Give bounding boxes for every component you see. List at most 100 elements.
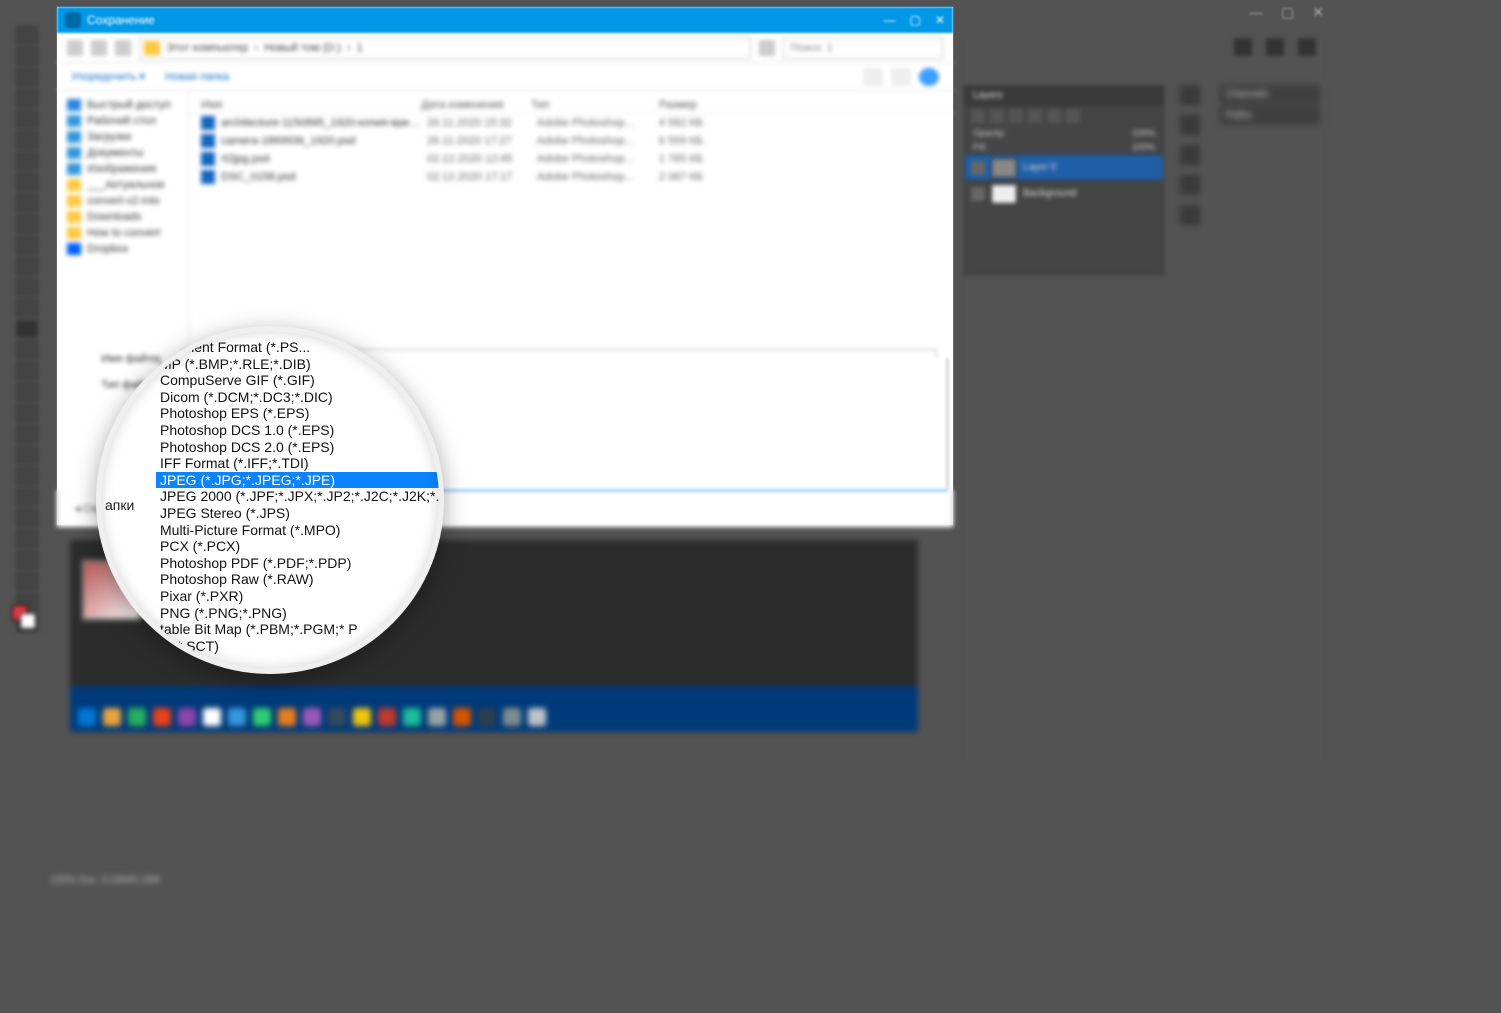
nav-up[interactable] (115, 40, 131, 56)
breadcrumb-item[interactable]: Новый том (D:) (264, 42, 341, 54)
filetype-option[interactable]: Photoshop EPS (*.EPS) (156, 405, 444, 422)
dialog-close[interactable]: ✕ (935, 13, 945, 27)
path-tool[interactable] (16, 383, 38, 401)
filetype-option[interactable]: Photoshop Raw (*.RAW) (156, 571, 444, 588)
dodge-tool[interactable] (16, 320, 38, 338)
more-tool-4[interactable] (16, 551, 38, 569)
move-tool[interactable] (16, 26, 38, 44)
help-icon[interactable] (919, 68, 939, 86)
taskbar-app-icon[interactable] (228, 708, 246, 726)
zoom-tool[interactable] (16, 446, 38, 464)
filetype-option[interactable]: table Bit Map (*.PBM;*.PGM;* P (156, 621, 444, 638)
history-brush-tool[interactable] (16, 236, 38, 254)
panel-icon[interactable] (1180, 175, 1200, 195)
filetype-option[interactable]: Multi-Picture Format (*.MPO) (156, 522, 444, 539)
search-icon[interactable] (1234, 38, 1252, 56)
sidebar-item[interactable]: Dropbox (57, 241, 188, 257)
col-date[interactable]: Дата изменения (421, 99, 531, 111)
taskbar-app-icon[interactable] (528, 708, 546, 726)
frame-tool[interactable] (16, 131, 38, 149)
panel-icon[interactable] (1180, 85, 1200, 105)
dialog-minimize[interactable]: — (884, 13, 896, 27)
eyedropper-tool[interactable] (16, 152, 38, 170)
sidebar-item[interactable]: Изображения (57, 161, 188, 177)
sidebar-item[interactable]: Быстрый доступ (57, 97, 188, 113)
filetype-option[interactable]: Pixar (*.PXR) (156, 588, 444, 605)
taskbar-app-icon[interactable] (353, 708, 371, 726)
sidebar-item[interactable]: convert-v2-into (57, 193, 188, 209)
type-tool[interactable] (16, 362, 38, 380)
stamp-tool[interactable] (16, 215, 38, 233)
file-row[interactable]: rt2jpg.psd 02.12.2020 12:45 Adobe Photos… (189, 150, 953, 168)
new-folder-button[interactable]: Новая папка (165, 71, 229, 83)
search-input[interactable]: Поиск: 1 (783, 37, 943, 59)
fill-value[interactable]: 100% (1132, 142, 1155, 152)
background-color[interactable] (20, 613, 36, 629)
file-row[interactable]: camera-1869936_1920.psd 26.11.2020 17:27… (189, 132, 953, 150)
wand-tool[interactable] (16, 89, 38, 107)
window-minimize[interactable]: — (1249, 4, 1263, 21)
more-tool-3[interactable] (16, 530, 38, 548)
filetype-option[interactable]: Photoshop PDF (*.PDF;*.PDP) (156, 555, 444, 572)
filetype-option[interactable]: JPEG (*.JPG;*.JPEG;*.JPE) (156, 472, 444, 489)
panel-icon[interactable] (1180, 145, 1200, 165)
col-size[interactable]: Размер (637, 99, 697, 111)
taskbar-app-icon[interactable] (178, 708, 196, 726)
sidebar-item[interactable]: Рабочий стол (57, 113, 188, 129)
filetype-option[interactable]: ocument Format (*.PS... (156, 339, 444, 356)
layers-tab[interactable]: Layers (965, 86, 1163, 105)
visibility-icon[interactable] (971, 161, 985, 175)
channels-panel-tab[interactable]: Channels (1220, 85, 1320, 104)
taskbar-app-icon[interactable] (253, 708, 271, 726)
visibility-icon[interactable] (971, 187, 985, 201)
taskbar-app-icon[interactable] (478, 708, 496, 726)
opacity-value[interactable]: 100% (1132, 128, 1155, 138)
more-tool-1[interactable] (16, 488, 38, 506)
sidebar-item[interactable]: How to convert (57, 225, 188, 241)
breadcrumb-item[interactable]: Этот компьютер (166, 42, 248, 54)
edit-toolbar[interactable] (16, 467, 38, 485)
eraser-tool[interactable] (16, 257, 38, 275)
window-close[interactable]: ✕ (1312, 4, 1324, 21)
col-name[interactable]: Имя (201, 99, 421, 111)
sidebar-item[interactable]: Загрузки (57, 129, 188, 145)
col-type[interactable]: Тип (531, 99, 637, 111)
layer-row[interactable]: Layer 0 (965, 154, 1163, 180)
window-maximize[interactable]: ▢ (1281, 4, 1294, 21)
taskbar-app-icon[interactable] (453, 708, 471, 726)
arrange-icon[interactable] (1266, 38, 1284, 56)
panel-icon[interactable] (1180, 205, 1200, 225)
organize-menu[interactable]: Упорядочить ▾ (71, 70, 145, 83)
filetype-option[interactable]: JPEG Stereo (*.JPS) (156, 505, 444, 522)
view-options-chevron[interactable] (891, 68, 911, 86)
hand-tool[interactable] (16, 425, 38, 443)
nav-forward[interactable] (91, 40, 107, 56)
taskbar-app-icon[interactable] (78, 708, 96, 726)
taskbar-app-icon[interactable] (303, 708, 321, 726)
filetype-option[interactable]: Photoshop DCS 2.0 (*.EPS) (156, 439, 444, 456)
panel-icon[interactable] (1180, 115, 1200, 135)
sidebar-item[interactable]: Downloads (57, 209, 188, 225)
taskbar-app-icon[interactable] (203, 708, 221, 726)
filetype-option[interactable]: Dicom (*.DCM;*.DC3;*.DIC) (156, 389, 444, 406)
workspace-icon[interactable] (1298, 38, 1316, 56)
view-options[interactable] (863, 68, 883, 86)
paths-panel-tab[interactable]: Paths (1220, 106, 1320, 125)
filetype-option[interactable]: MP (*.BMP;*.RLE;*.DIB) (156, 356, 444, 373)
filetype-option[interactable]: IFF Format (*.IFF;*.TDI) (156, 455, 444, 472)
taskbar-app-icon[interactable] (103, 708, 121, 726)
breadcrumb[interactable]: Этот компьютер› Новый том (D:)› 1 (139, 37, 751, 59)
taskbar-app-icon[interactable] (328, 708, 346, 726)
taskbar-app-icon[interactable] (378, 708, 396, 726)
taskbar-app-icon[interactable] (428, 708, 446, 726)
filetype-option[interactable]: PCX (*.PCX) (156, 538, 444, 555)
color-swatches[interactable] (12, 605, 28, 637)
sidebar-item[interactable]: Документы (57, 145, 188, 161)
nav-back[interactable] (67, 40, 83, 56)
gradient-tool[interactable] (16, 278, 38, 296)
more-tool-5[interactable] (16, 572, 38, 590)
more-tool-2[interactable] (16, 509, 38, 527)
blur-tool[interactable] (16, 299, 38, 317)
dialog-maximize[interactable]: ▢ (910, 13, 921, 27)
file-row[interactable]: architecture-1150895_1920-копия-времен..… (189, 114, 953, 132)
